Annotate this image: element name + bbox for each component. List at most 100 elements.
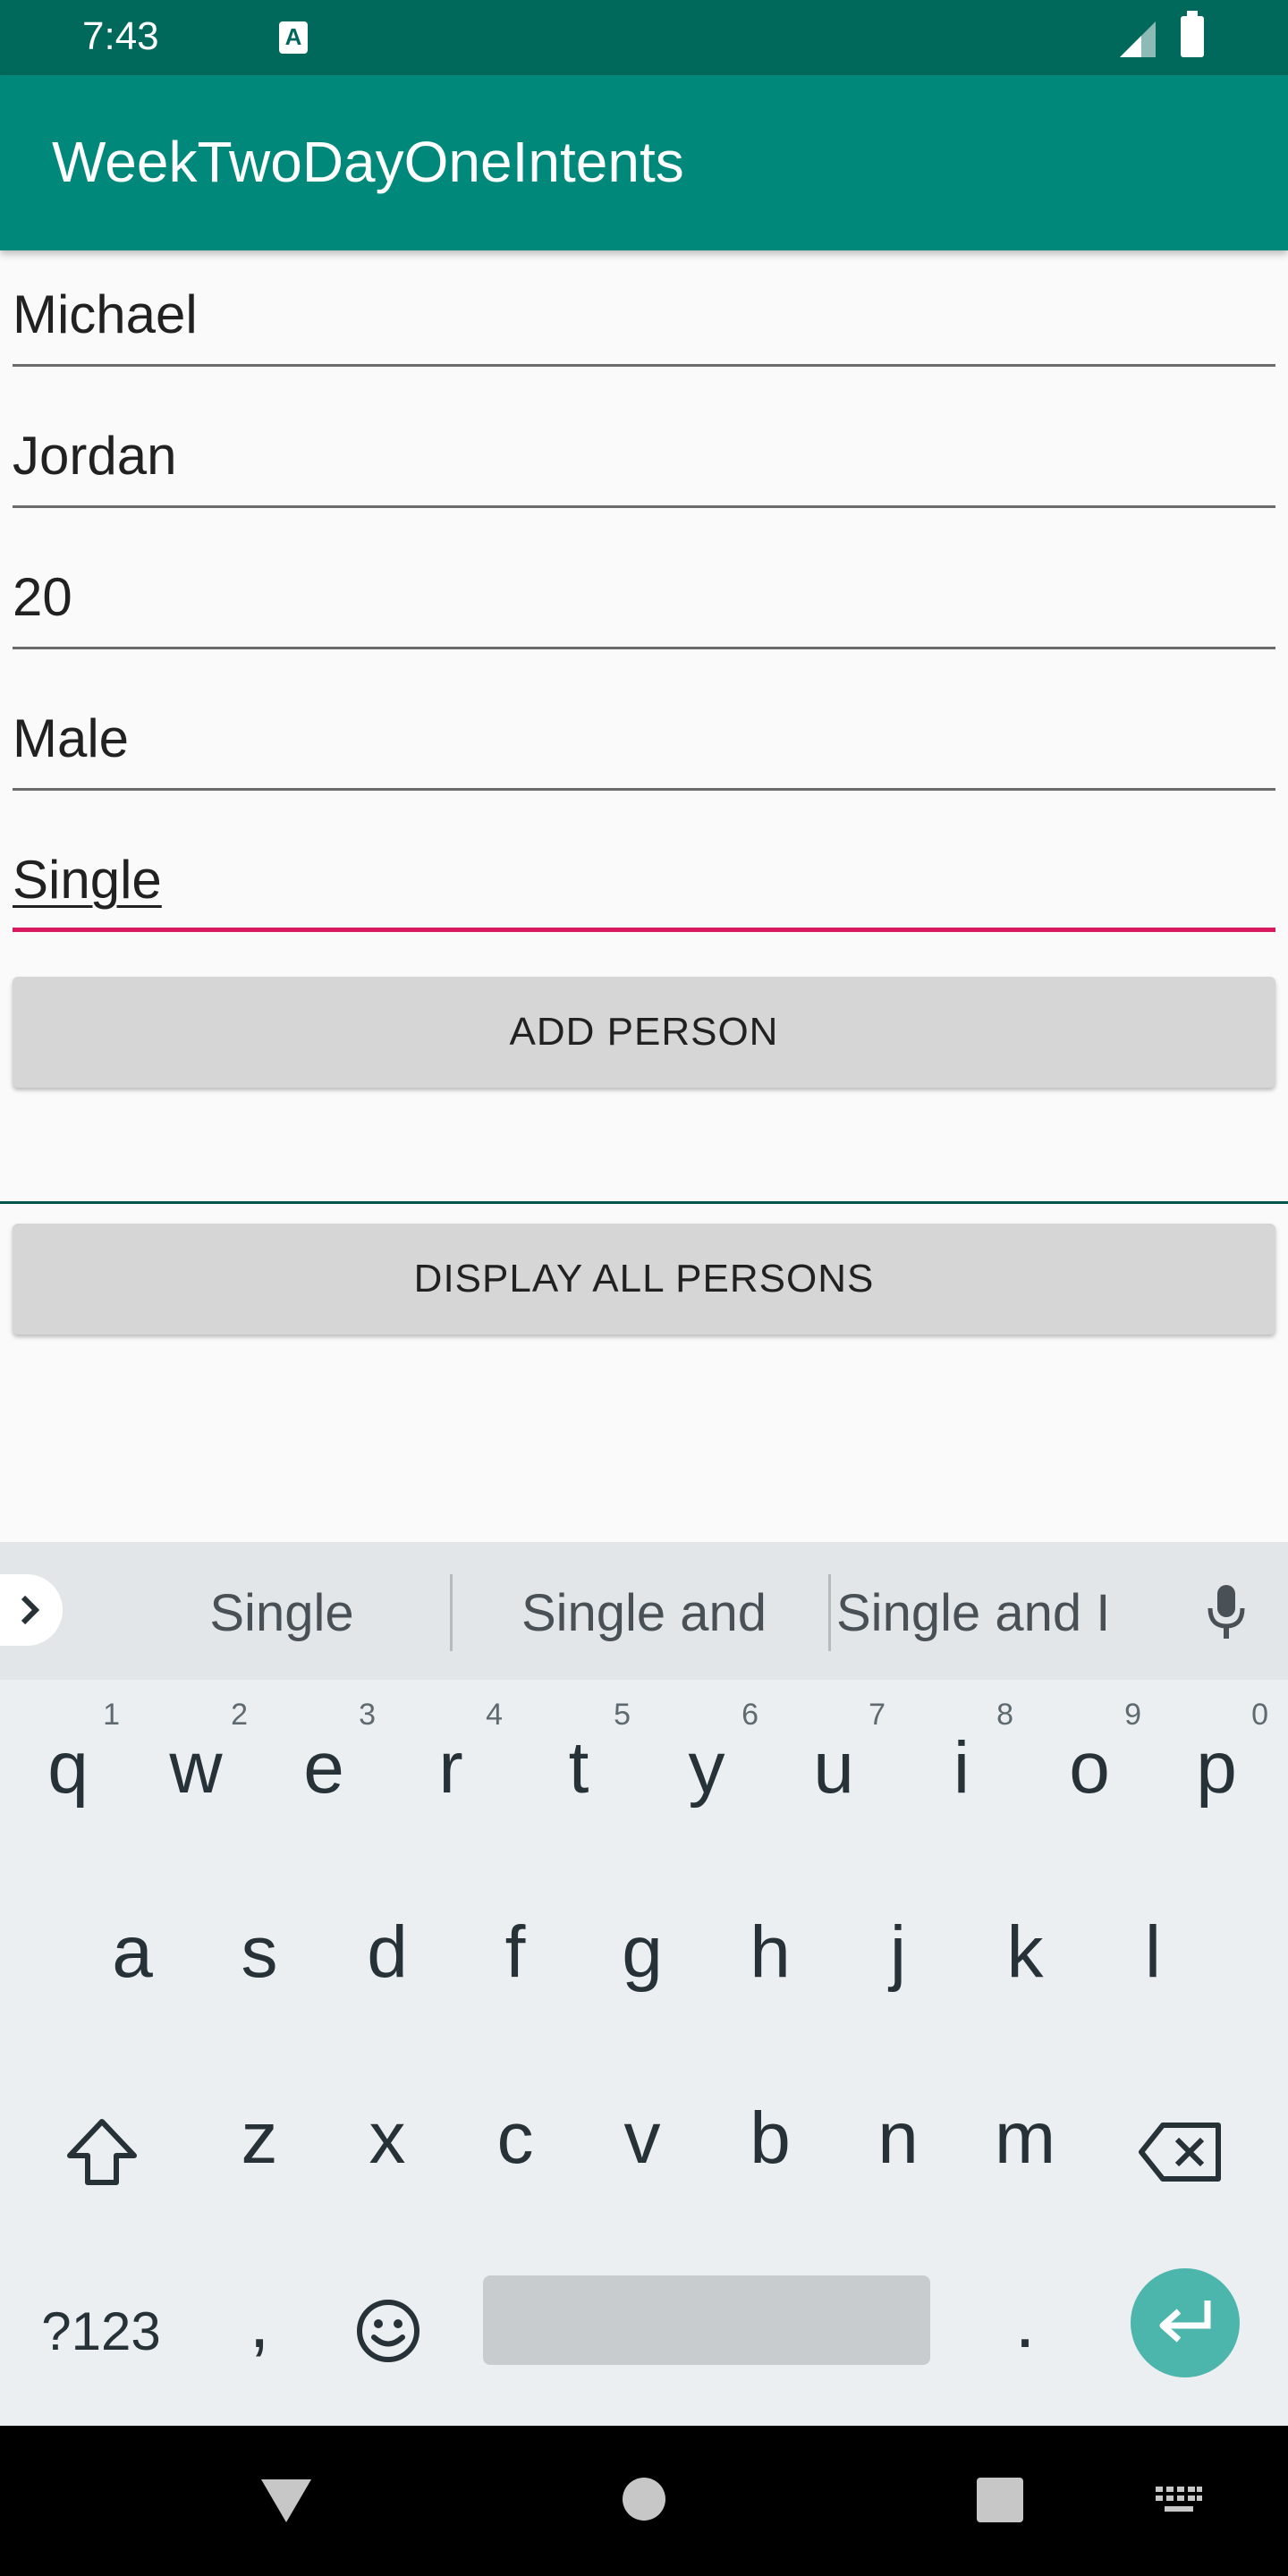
key-glyph: j (889, 1911, 907, 1993)
key-s[interactable]: s (197, 1875, 322, 2036)
key-glyph: d (367, 1911, 408, 1993)
field-underline (13, 647, 1275, 649)
key-y[interactable]: 6y (644, 1690, 769, 1852)
comma-key[interactable]: , (197, 2245, 322, 2406)
key-r[interactable]: 4r (388, 1690, 513, 1852)
key-j[interactable]: j (835, 1875, 961, 2036)
key-h[interactable]: h (708, 1875, 833, 2036)
field-underline-focused (13, 928, 1275, 932)
age-field[interactable]: 20 (13, 524, 1275, 649)
status-field[interactable]: Single (13, 807, 1275, 932)
key-glyph: k (1006, 1911, 1044, 1993)
key-glyph: h (750, 1911, 791, 1993)
home-icon[interactable] (621, 2476, 667, 2522)
key-glyph: c (496, 2097, 534, 2179)
expand-toolbar-button[interactable] (0, 1574, 63, 1646)
keyboard-switch-icon[interactable] (1154, 2485, 1204, 2517)
key-l[interactable]: l (1090, 1875, 1216, 2036)
gender-field[interactable]: Male (13, 665, 1275, 791)
notification-icon: A (279, 21, 308, 54)
field-underline (13, 364, 1275, 367)
backspace-key[interactable] (1123, 2061, 1249, 2222)
key-glyph: g (622, 1911, 663, 1993)
chevron-right-icon (21, 1595, 40, 1625)
key-k[interactable]: k (962, 1875, 1088, 2036)
system-navigation-bar (0, 2426, 1288, 2576)
shift-key[interactable] (39, 2061, 165, 2222)
suggestion-1[interactable]: Single (152, 1578, 411, 1649)
emoji-icon (357, 2300, 419, 2362)
signal-icon (1120, 21, 1156, 57)
status-bar: 7:43 A (0, 0, 1288, 75)
key-e[interactable]: 3e (261, 1690, 386, 1852)
key-g[interactable]: g (580, 1875, 705, 2036)
first-name-field[interactable]: Michael (13, 242, 1275, 367)
suggestion-bar: Single Single and Single and I (0, 1542, 1288, 1680)
back-icon[interactable] (259, 2476, 313, 2526)
key-v[interactable]: v (580, 2061, 705, 2222)
key-t[interactable]: 5t (516, 1690, 641, 1852)
key-u[interactable]: 7u (771, 1690, 896, 1852)
key-glyph: p (1196, 1727, 1237, 1809)
battery-icon (1181, 11, 1204, 57)
recents-icon[interactable] (975, 2476, 1025, 2524)
status-time: 7:43 (82, 14, 159, 58)
key-glyph: i (953, 1727, 970, 1809)
key-glyph: w (169, 1727, 223, 1809)
key-glyph: ?123 (41, 2301, 161, 2361)
app-bar: WeekTwoDayOneIntents (0, 75, 1288, 250)
enter-key[interactable] (1131, 2268, 1240, 2377)
key-glyph: z (241, 2097, 278, 2179)
key-p[interactable]: 0p (1154, 1690, 1279, 1852)
emoji-key[interactable] (326, 2245, 451, 2406)
enter-arrow-icon (1159, 2301, 1211, 2343)
suggestion-2[interactable]: Single and (465, 1578, 823, 1649)
key-w[interactable]: 2w (133, 1690, 258, 1852)
key-x[interactable]: x (325, 2061, 450, 2222)
key-n[interactable]: n (835, 2061, 961, 2222)
key-glyph: e (303, 1727, 344, 1809)
add-person-button[interactable]: ADD PERSON (13, 977, 1275, 1088)
key-glyph: y (688, 1727, 725, 1809)
microphone-icon[interactable] (1204, 1581, 1249, 1644)
key-glyph: u (813, 1727, 854, 1809)
period-key[interactable]: . (962, 2245, 1088, 2406)
suggestion-separator (828, 1574, 831, 1651)
key-m[interactable]: m (962, 2061, 1088, 2222)
key-q[interactable]: 1q (5, 1690, 131, 1852)
key-o[interactable]: 9o (1027, 1690, 1152, 1852)
space-bar[interactable] (483, 2275, 930, 2365)
key-glyph: m (994, 2097, 1056, 2179)
field-underline (13, 505, 1275, 508)
key-i[interactable]: 8i (899, 1690, 1024, 1852)
last-name-value: Jordan (13, 426, 177, 486)
key-f[interactable]: f (453, 1875, 578, 2036)
key-glyph: b (750, 2097, 791, 2179)
key-glyph: l (1144, 1911, 1162, 1993)
key-d[interactable]: d (325, 1875, 450, 2036)
key-glyph: . (1014, 2282, 1036, 2363)
key-glyph: r (438, 1727, 463, 1809)
key-glyph: s (241, 1911, 278, 1993)
last-name-field[interactable]: Jordan (13, 383, 1275, 508)
field-underline (13, 788, 1275, 791)
key-c[interactable]: c (453, 2061, 578, 2222)
gender-value: Male (13, 708, 130, 768)
key-glyph: q (47, 1727, 89, 1809)
display-all-persons-button[interactable]: DISPLAY ALL PERSONS (13, 1224, 1275, 1335)
suggestion-3[interactable]: Single and I (836, 1578, 1194, 1649)
key-glyph: o (1069, 1727, 1110, 1809)
key-glyph: n (877, 2097, 919, 2179)
symbols-key[interactable]: ?123 (18, 2245, 184, 2406)
key-z[interactable]: z (197, 2061, 322, 2222)
status-value: Single (13, 850, 162, 910)
first-name-value: Michael (13, 284, 198, 344)
key-glyph: , (249, 2282, 270, 2363)
key-glyph: a (112, 1911, 153, 1993)
key-b[interactable]: b (708, 2061, 833, 2222)
key-glyph: v (623, 2097, 661, 2179)
key-a[interactable]: a (70, 1875, 195, 2036)
backspace-icon (1139, 2123, 1221, 2182)
key-glyph: x (369, 2097, 406, 2179)
app-title: WeekTwoDayOneIntents (52, 130, 684, 194)
